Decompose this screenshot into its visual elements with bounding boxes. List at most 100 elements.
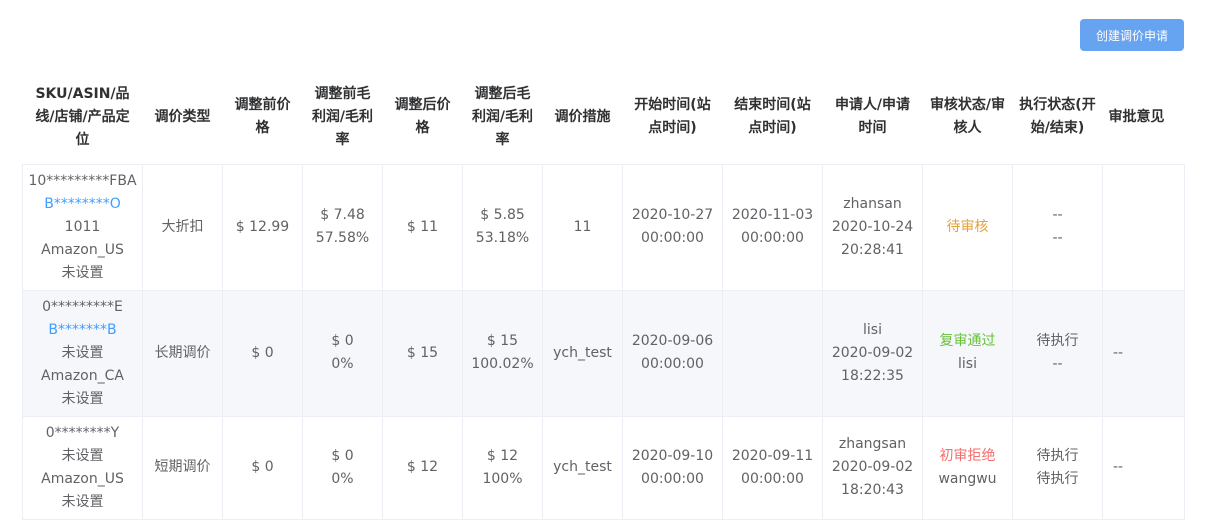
store-name: Amazon_US [41, 241, 124, 258]
before-margin: 0% [331, 356, 354, 372]
apply-clock: 20:28:41 [841, 241, 904, 258]
header-measure: 调价措施 [542, 71, 623, 165]
table-row: 0********Y 未设置 Amazon_US 未设置 短期调价 $ 0 $ … [22, 415, 1185, 520]
apply-clock: 18:20:43 [841, 482, 904, 498]
cell-before-profit: $ 7.48 57.58% [302, 163, 383, 291]
end-date: 2020-09-11 [731, 447, 814, 464]
cell-type: 短期调价 [142, 415, 223, 520]
before-margin: 0% [331, 470, 354, 487]
after-margin: 100.02% [471, 356, 534, 372]
cell-exec-status: -- -- [1012, 163, 1103, 291]
cell-applicant: zhansan 2020-10-24 20:28:41 [822, 163, 923, 291]
product-line: 未设置 [61, 344, 104, 361]
start-clock: 00:00:00 [641, 470, 704, 487]
header-opinion: 审批意见 [1102, 71, 1185, 165]
cell-opinion: -- [1102, 289, 1185, 417]
header-applicant: 申请人/申请时间 [822, 71, 923, 165]
review-status-badge: 待审核 [946, 218, 989, 235]
applicant-name: zhansan [843, 195, 902, 212]
before-profit: $ 7.48 [320, 207, 365, 223]
cell-applicant: lisi 2020-09-02 18:22:35 [822, 289, 923, 417]
exec-start-status: -- [1052, 207, 1063, 223]
cell-start-time: 2020-09-06 00:00:00 [622, 289, 723, 417]
cell-after-profit: $ 15 100.02% [462, 289, 543, 417]
product-position: 未设置 [61, 390, 104, 407]
cell-review-status: 待审核 [922, 163, 1013, 291]
after-profit: $ 15 [486, 333, 519, 349]
header-after-profit: 调整后毛利润/毛利率 [462, 71, 543, 165]
header-before-profit: 调整前毛利润/毛利率 [302, 71, 383, 165]
header-end-time: 结束时间(站点时间) [722, 71, 823, 165]
sku-text: 10*********FBA [28, 172, 137, 189]
cell-end-time: 2020-09-11 00:00:00 [722, 415, 823, 520]
exec-start-status: 待执行 [1036, 447, 1079, 464]
asin-link[interactable]: B*******B [27, 319, 138, 342]
cell-exec-status: 待执行 -- [1012, 289, 1103, 417]
start-date: 2020-09-06 [631, 333, 714, 349]
cell-opinion: -- [1102, 415, 1185, 520]
cell-before-profit: $ 0 0% [302, 289, 383, 417]
applicant-name: zhangsan [838, 436, 907, 452]
store-name: Amazon_US [41, 470, 124, 487]
cell-review-status: 初审拒绝 wangwu [922, 415, 1013, 520]
cell-end-time: 2020-11-03 00:00:00 [722, 163, 823, 291]
start-date: 2020-09-10 [631, 447, 714, 464]
cell-review-status: 复审通过 lisi [922, 289, 1013, 417]
cell-before-price: $ 12.99 [222, 163, 303, 291]
review-status-badge: 初审拒绝 [939, 447, 996, 464]
cell-sku: 0********Y 未设置 Amazon_US 未设置 [22, 415, 143, 520]
start-date: 2020-10-27 [631, 207, 714, 223]
product-position: 未设置 [61, 493, 104, 510]
end-date: 2020-11-03 [731, 207, 814, 223]
cell-measure: ych_test [542, 289, 623, 417]
cell-before-price: $ 0 [222, 415, 303, 520]
reviewer-name: wangwu [938, 470, 997, 487]
product-position: 未设置 [61, 264, 104, 281]
price-adjustment-table: SKU/ASIN/品线/店铺/产品定位 调价类型 调整前价格 调整前毛利润/毛利… [22, 71, 1185, 520]
sku-text: 0*********E [42, 298, 123, 315]
store-name: Amazon_CA [41, 367, 124, 384]
exec-end-status: -- [1052, 230, 1063, 246]
start-clock: 00:00:00 [641, 356, 704, 372]
cell-end-time [722, 289, 823, 417]
exec-end-status: -- [1052, 356, 1063, 372]
before-margin: 57.58% [315, 230, 370, 246]
product-line: 1011 [64, 218, 101, 235]
cell-type: 长期调价 [142, 289, 223, 417]
cell-sku: 10*********FBA B********O 1011 Amazon_US… [22, 163, 143, 291]
cell-before-price: $ 0 [222, 289, 303, 417]
cell-start-time: 2020-09-10 00:00:00 [622, 415, 723, 520]
header-before-price: 调整前价格 [222, 71, 303, 165]
before-profit: $ 0 [331, 447, 354, 464]
header-start-time: 开始时间(站点时间) [622, 71, 723, 165]
applicant-name: lisi [863, 321, 882, 338]
after-profit: $ 12 [486, 447, 519, 464]
reviewer-name: lisi [958, 356, 977, 372]
cell-after-profit: $ 12 100% [462, 415, 543, 520]
header-sku: SKU/ASIN/品线/店铺/产品定位 [22, 71, 143, 165]
sku-text: 0********Y [45, 424, 120, 441]
apply-clock: 18:22:35 [841, 367, 904, 384]
header-type: 调价类型 [142, 71, 223, 165]
exec-end-status: 待执行 [1036, 470, 1079, 487]
cell-after-price: $ 12 [382, 415, 463, 520]
after-margin: 53.18% [475, 230, 530, 246]
cell-start-time: 2020-10-27 00:00:00 [622, 163, 723, 291]
table-row: 0*********E B*******B 未设置 Amazon_CA 未设置 … [22, 289, 1185, 417]
end-clock: 00:00:00 [741, 470, 804, 487]
after-profit: $ 5.85 [480, 207, 525, 223]
create-price-adjustment-button[interactable]: 创建调价申请 [1080, 19, 1184, 51]
product-line: 未设置 [61, 447, 104, 464]
start-clock: 00:00:00 [641, 230, 704, 246]
cell-measure: ych_test [542, 415, 623, 520]
cell-after-profit: $ 5.85 53.18% [462, 163, 543, 291]
cell-after-price: $ 15 [382, 289, 463, 417]
asin-link[interactable]: B********O [27, 193, 138, 216]
cell-after-price: $ 11 [382, 163, 463, 291]
header-after-price: 调整后价格 [382, 71, 463, 165]
before-profit: $ 0 [331, 333, 354, 349]
cell-type: 大折扣 [142, 163, 223, 291]
apply-date: 2020-09-02 [831, 344, 914, 361]
cell-sku: 0*********E B*******B 未设置 Amazon_CA 未设置 [22, 289, 143, 417]
end-clock: 00:00:00 [741, 230, 804, 246]
